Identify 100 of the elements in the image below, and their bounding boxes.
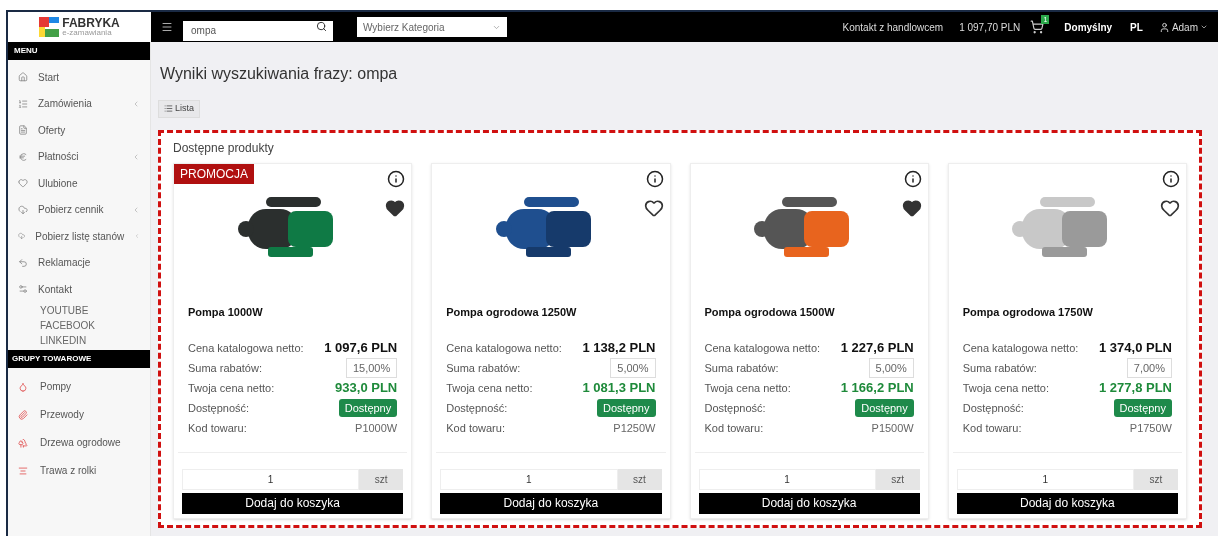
- availability-badge: Dostępny: [1113, 398, 1172, 418]
- group-item[interactable]: Trawa z rolki: [8, 456, 150, 485]
- add-to-cart-button[interactable]: Dodaj do koszyka: [956, 492, 1178, 514]
- product-name[interactable]: Pompa ogrodowa 1500W: [704, 304, 914, 338]
- logo-icon: [39, 17, 60, 37]
- group-item[interactable]: Drzewa ogrodowe: [8, 428, 150, 457]
- field-label: Kod towaru:: [446, 420, 505, 436]
- product-code: P1750W: [1129, 420, 1172, 436]
- sidebar-item[interactable]: Oferty: [8, 117, 150, 144]
- heart-icon[interactable]: [643, 198, 664, 218]
- group-item[interactable]: Pompy: [8, 372, 150, 401]
- sidebar-item[interactable]: Pobierz listę stanów: [8, 223, 150, 250]
- net-price: 1 166,2 PLN: [840, 379, 914, 398]
- cart-total[interactable]: 1 097,70 PLN: [959, 19, 1021, 35]
- field-label: Kod towaru:: [704, 420, 764, 436]
- sidebar-item[interactable]: Reklamacje: [8, 249, 150, 276]
- net-price: 1 277,8 PLN: [1099, 379, 1172, 398]
- user-icon: [1158, 21, 1170, 33]
- sidebar-item[interactable]: Ulubione: [8, 170, 150, 197]
- product-name[interactable]: Pompa ogrodowa 1750W: [962, 304, 1172, 338]
- menu-item-icon: [18, 231, 26, 242]
- field-label: Suma rabatów:: [962, 360, 1037, 376]
- field-label: Kod towaru:: [188, 420, 247, 436]
- contact-link[interactable]: Kontakt z handlowcem: [842, 19, 944, 35]
- field-label: Dostępność:: [446, 400, 508, 416]
- cart-icon[interactable]: [1030, 20, 1045, 34]
- catalog-price: 1 374,0 PLN: [1099, 339, 1172, 358]
- price-list-label[interactable]: Domyślny: [1064, 19, 1113, 35]
- list-icon: [164, 104, 173, 113]
- group-icon: [18, 437, 28, 448]
- product-code: P1000W: [355, 420, 398, 436]
- menu-item-icon: [18, 178, 28, 189]
- add-to-cart-button[interactable]: Dodaj do koszyka: [698, 492, 920, 514]
- heart-icon[interactable]: [1160, 198, 1180, 218]
- unit-label: szt: [617, 469, 662, 490]
- list-view-button[interactable]: Lista: [158, 99, 200, 118]
- field-label: Dostępność:: [962, 400, 1024, 416]
- logo[interactable]: FABRYKA e-zamawiania: [8, 12, 151, 42]
- menu-item-icon: [18, 151, 28, 162]
- logo-name: FABRYKA: [62, 17, 120, 29]
- add-to-cart-button[interactable]: Dodaj do koszyka: [440, 492, 662, 514]
- field-label: Twoja cena netto:: [962, 380, 1049, 396]
- add-to-cart-button[interactable]: Dodaj do koszyka: [182, 492, 404, 514]
- sidebar-item[interactable]: Start: [8, 64, 150, 91]
- sidebar-item[interactable]: Pobierz cennik: [8, 196, 150, 223]
- field-label: Suma rabatów:: [446, 360, 521, 376]
- heart-icon[interactable]: [901, 198, 922, 218]
- field-label: Kod towaru:: [962, 420, 1022, 436]
- sidebar-item[interactable]: Kontakt: [8, 276, 150, 303]
- field-label: Cena katalogowa netto:: [188, 340, 304, 356]
- info-icon[interactable]: [1162, 170, 1180, 188]
- group-item[interactable]: Przewody: [8, 400, 150, 429]
- menu-item-icon: [18, 125, 28, 136]
- group-icon: [18, 409, 28, 420]
- field-label: Suma rabatów:: [188, 360, 262, 376]
- quantity-field[interactable]: 1: [440, 469, 618, 490]
- catalog-price: 1 097,6 PLN: [324, 339, 398, 358]
- promo-badge: PROMOCJA: [174, 164, 254, 184]
- menu-item-icon: [18, 72, 28, 83]
- info-icon[interactable]: [645, 170, 664, 188]
- net-price: 1 081,3 PLN: [582, 379, 656, 398]
- menu-icon[interactable]: [161, 21, 173, 33]
- discount-value: 7,00%: [1126, 357, 1172, 379]
- quantity-field[interactable]: 1: [698, 469, 876, 490]
- menu-item-icon: [18, 284, 28, 295]
- unit-label: szt: [875, 469, 920, 490]
- search-field[interactable]: ompa: [183, 20, 333, 41]
- language-selector[interactable]: PL: [1130, 19, 1143, 35]
- field-label: Cena katalogowa netto:: [704, 340, 821, 356]
- group-icon: [18, 465, 28, 476]
- availability-badge: Dostępny: [338, 398, 398, 418]
- info-icon[interactable]: [387, 170, 406, 188]
- menu-item-icon: [18, 98, 28, 109]
- menu-header: MENU: [8, 42, 150, 60]
- field-label: Cena katalogowa netto:: [446, 340, 562, 356]
- search-icon[interactable]: [316, 21, 327, 32]
- sidebar-item[interactable]: Płatności: [8, 143, 150, 170]
- product-code: P1500W: [871, 420, 914, 436]
- info-icon[interactable]: [903, 170, 922, 188]
- sidebar-item[interactable]: Zamówienia: [8, 90, 150, 117]
- heart-icon[interactable]: [385, 198, 406, 218]
- quantity-field[interactable]: 1: [182, 469, 360, 490]
- caret-icon: [1200, 23, 1208, 31]
- social-link[interactable]: YOUTUBE: [8, 302, 150, 318]
- menu-item-icon: [18, 257, 28, 268]
- quantity-field[interactable]: 1: [956, 469, 1134, 490]
- menu-item-icon: [18, 204, 28, 215]
- product-name[interactable]: Pompa ogrodowa 1250W: [446, 304, 656, 338]
- unit-label: szt: [1134, 469, 1178, 490]
- product-name[interactable]: Pompa 1000W: [188, 304, 398, 338]
- category-select[interactable]: Wybierz Kategoria: [357, 17, 507, 37]
- field-label: Suma rabatów:: [704, 360, 779, 376]
- field-label: Dostępność:: [704, 400, 766, 416]
- panel-title: Dostępne produkty: [173, 140, 275, 157]
- social-link[interactable]: LINKEDIN: [8, 332, 150, 348]
- catalog-price: 1 138,2 PLN: [582, 339, 656, 358]
- field-label: Twoja cena netto:: [446, 380, 533, 396]
- social-link[interactable]: FACEBOOK: [8, 317, 150, 333]
- user-menu[interactable]: Adam: [1158, 19, 1208, 35]
- field-label: Cena katalogowa netto:: [962, 340, 1079, 356]
